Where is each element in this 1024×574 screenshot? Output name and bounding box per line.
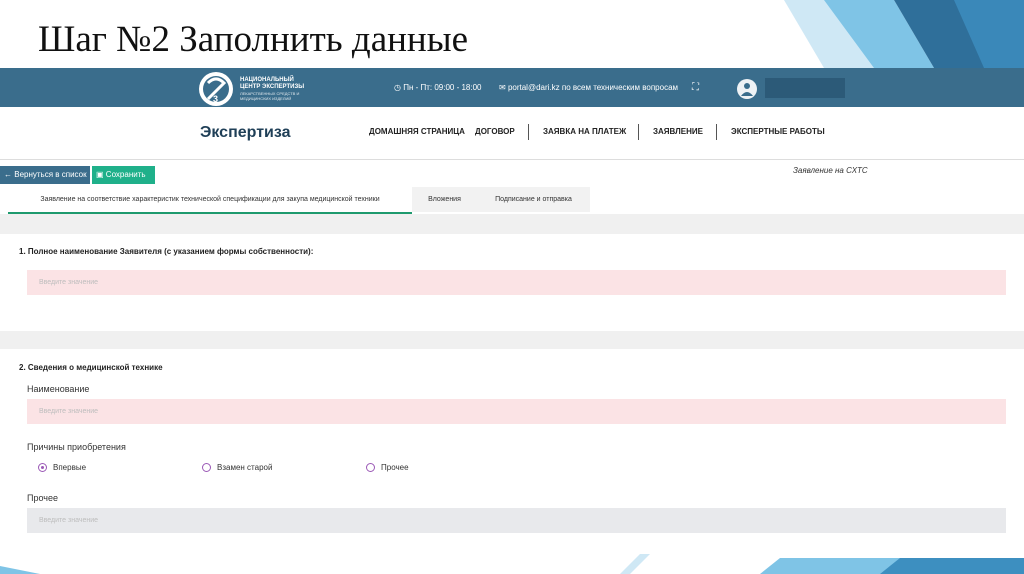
nav-divider <box>528 124 529 140</box>
other-label: Прочее <box>27 493 58 503</box>
arrow-left-icon: ← <box>4 170 12 179</box>
applicant-name-input[interactable]: Введите значение <box>27 270 1006 295</box>
clock-icon: ◷ <box>394 83 401 92</box>
nav-divider <box>638 124 639 140</box>
org-name: НАЦИОНАЛЬНЫЙ ЦЕНТР ЭКСПЕРТИЗЫ ЛЕКАРСТВЕН… <box>240 77 305 101</box>
device-section-title: 2. Сведения о медицинской технике <box>19 363 163 372</box>
tab-attachments[interactable]: Вложения <box>412 187 477 212</box>
decorative-shapes-bottom <box>0 554 1024 574</box>
section-divider <box>0 331 1024 349</box>
save-button[interactable]: ▣ Сохранить <box>92 166 155 184</box>
user-avatar[interactable] <box>737 79 757 99</box>
device-name-label: Наименование <box>27 384 90 394</box>
nav-home[interactable]: ДОМАШНЯЯ СТРАНИЦА <box>369 127 465 136</box>
form-type-label: Заявление на СХТС <box>793 166 868 175</box>
nav-divider <box>716 124 717 140</box>
tab-sign-and-send[interactable]: Подписание и отправка <box>477 187 590 212</box>
decorative-shapes-top <box>784 0 1024 68</box>
working-hours: ◷ Пн - Пт: 09:00 - 18:00 <box>394 83 482 92</box>
nav-expert-works[interactable]: ЭКСПЕРТНЫЕ РАБОТЫ <box>731 127 825 136</box>
radio-checked-icon <box>38 463 47 472</box>
back-to-list-button[interactable]: ← Вернуться в список <box>0 166 90 184</box>
reasons-label: Причины приобретения <box>27 442 126 452</box>
logo-emblem-icon: 3 <box>199 72 233 106</box>
slide-title: Шаг №2 Заполнить данные <box>38 19 468 60</box>
svg-text:3: 3 <box>213 94 218 104</box>
fullscreen-icon[interactable]: ⛶ <box>692 82 699 93</box>
support-contact[interactable]: ✉ portal@dari.kz по всем техническим воп… <box>499 83 678 92</box>
radio-unchecked-icon <box>202 463 211 472</box>
radio-unchecked-icon <box>366 463 375 472</box>
user-name-box[interactable] <box>765 78 845 98</box>
floppy-icon: ▣ <box>96 170 104 179</box>
section-divider <box>0 214 1024 234</box>
applicant-section-title: 1. Полное наименование Заявителя (с указ… <box>19 247 314 256</box>
org-logo[interactable]: 3 НАЦИОНАЛЬНЫЙ ЦЕНТР ЭКСПЕРТИЗЫ ЛЕКАРСТВ… <box>198 71 308 107</box>
other-input[interactable]: Введите значение <box>27 508 1006 533</box>
user-icon <box>741 83 753 96</box>
nav-contract[interactable]: ДОГОВОР <box>475 127 515 136</box>
device-name-input[interactable]: Введите значение <box>27 399 1006 424</box>
nav-payment-request[interactable]: ЗАЯВКА НА ПЛАТЕЖ <box>543 127 626 136</box>
nav-application[interactable]: ЗАЯВЛЕНИЕ <box>653 127 703 136</box>
app-brand[interactable]: Экспертиза <box>200 124 291 142</box>
mail-icon: ✉ <box>499 83 506 92</box>
tab-application[interactable]: Заявление на соответствие характеристик … <box>8 187 412 214</box>
